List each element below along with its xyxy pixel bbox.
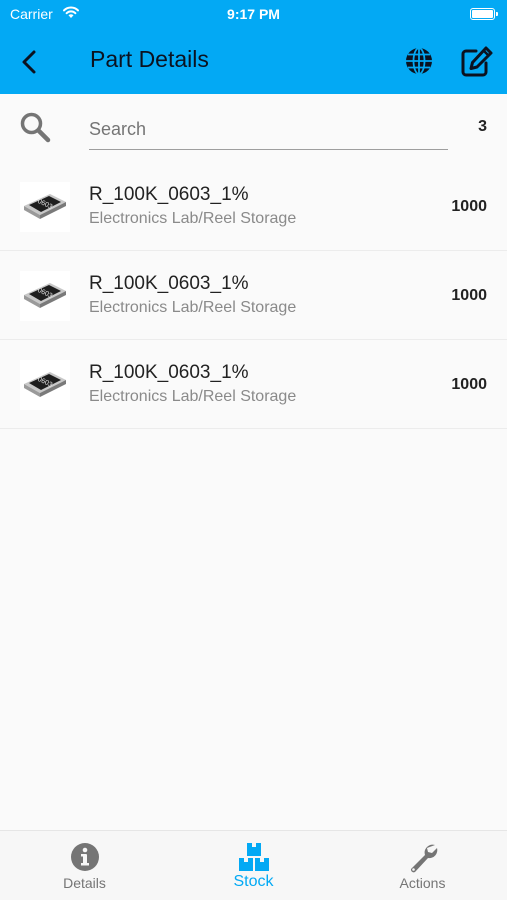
nav-label: Details [63,875,106,891]
search-icon [20,112,51,143]
stock-location: Electronics Lab/Reel Storage [89,299,297,316]
resistor-thumbnail: 0603 [20,271,70,321]
status-bar: Carrier 9:17 PM [0,0,507,30]
stock-quantity: 1000 [451,287,487,304]
nav-label: Stock [233,873,274,890]
app-bar: Part Details [0,30,507,94]
resistor-thumbnail: 0603 [20,360,70,410]
stock-quantity: 1000 [451,198,487,215]
stock-location: Electronics Lab/Reel Storage [89,210,297,227]
back-icon[interactable] [14,46,46,78]
part-name: R_100K_0603_1% [89,184,249,205]
stock-location: Electronics Lab/Reel Storage [89,388,297,405]
list-item[interactable]: 0603 R_100K_0603_1% Electronics Lab/Reel… [0,162,507,251]
part-name: R_100K_0603_1% [89,362,249,383]
battery-icon [470,8,498,20]
list-item[interactable]: 0603 R_100K_0603_1% Electronics Lab/Reel… [0,251,507,340]
search-bar: 3 [0,94,507,164]
bottom-navigation: Details Stock Actions [0,830,507,900]
nav-label: Actions [399,875,446,891]
stock-list: 0603 R_100K_0603_1% Electronics Lab/Reel… [0,162,507,429]
part-name: R_100K_0603_1% [89,273,249,294]
page-title: Part Details [90,46,209,72]
globe-icon[interactable] [402,44,436,78]
edit-icon[interactable] [459,44,495,78]
info-icon [71,843,99,871]
wrench-icon [410,844,438,873]
nav-stock[interactable]: Stock [169,831,338,900]
nav-actions[interactable]: Actions [338,831,507,900]
boxes-icon [239,843,269,871]
clock: 9:17 PM [227,6,280,22]
stock-quantity: 1000 [451,376,487,393]
resistor-thumbnail: 0603 [20,182,70,232]
nav-details[interactable]: Details [0,831,169,900]
list-item[interactable]: 0603 R_100K_0603_1% Electronics Lab/Reel… [0,340,507,429]
result-count: 3 [478,118,487,135]
search-input[interactable] [89,110,448,150]
